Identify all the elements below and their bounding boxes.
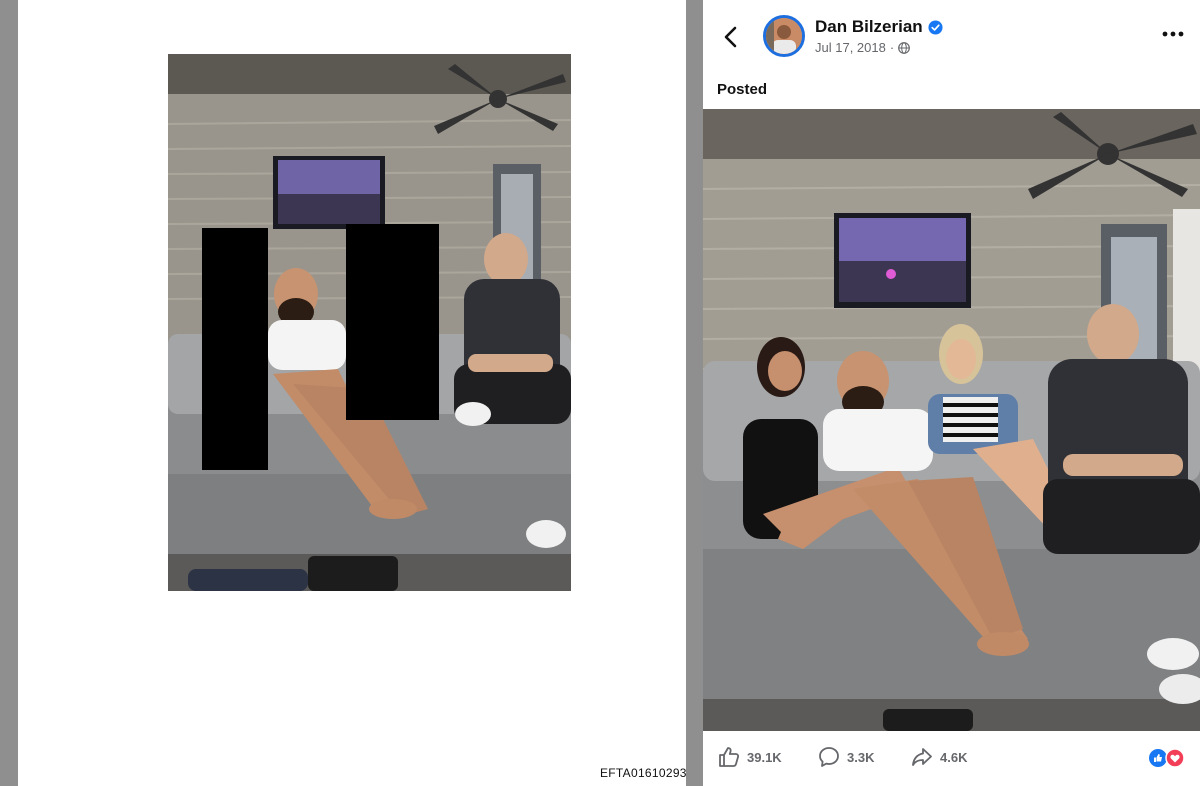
author-row: Dan Bilzerian: [815, 17, 943, 37]
comment-count: 3.3K: [847, 749, 875, 765]
chevron-left-icon[interactable]: [721, 24, 741, 50]
avatar[interactable]: [763, 15, 805, 57]
post-header: Dan Bilzerian Jul 17, 2018 ·: [703, 0, 1200, 74]
document-photo-redacted: [168, 54, 571, 591]
left-gutter: [0, 0, 18, 786]
share-arrow-icon: [912, 748, 932, 766]
verified-badge-icon: [928, 19, 943, 35]
post-photo[interactable]: [703, 109, 1200, 731]
comment-bubble-icon: [819, 747, 839, 767]
document-bates-id: EFTA01610293: [600, 766, 687, 780]
post-actions: 39.1K 3.3K 4.6K: [703, 738, 1200, 776]
like-button[interactable]: 39.1K: [717, 738, 782, 776]
share-button[interactable]: 4.6K: [910, 738, 967, 776]
like-count: 39.1K: [747, 749, 782, 765]
more-options-icon[interactable]: [1162, 30, 1184, 38]
author-name[interactable]: Dan Bilzerian: [815, 17, 923, 37]
middle-gutter: [686, 0, 703, 786]
share-count: 4.6K: [940, 749, 968, 765]
post-date[interactable]: Jul 17, 2018: [815, 40, 886, 55]
post-type-label: Posted: [717, 81, 768, 98]
like-love-reactions-icon[interactable]: [1148, 748, 1188, 768]
meta-separator: ·: [889, 40, 895, 55]
globe-icon: [898, 41, 911, 54]
screenshot-root: EFTA01610293 Dan Bilzerian Jul 17, 2018 …: [0, 0, 1200, 786]
post-meta: Jul 17, 2018 ·: [815, 40, 911, 55]
facebook-post: Dan Bilzerian Jul 17, 2018 · Posted 39.1…: [703, 0, 1200, 786]
document-page: EFTA01610293: [18, 0, 686, 786]
thumbs-up-icon: [719, 747, 740, 767]
comment-button[interactable]: 3.3K: [817, 738, 874, 776]
